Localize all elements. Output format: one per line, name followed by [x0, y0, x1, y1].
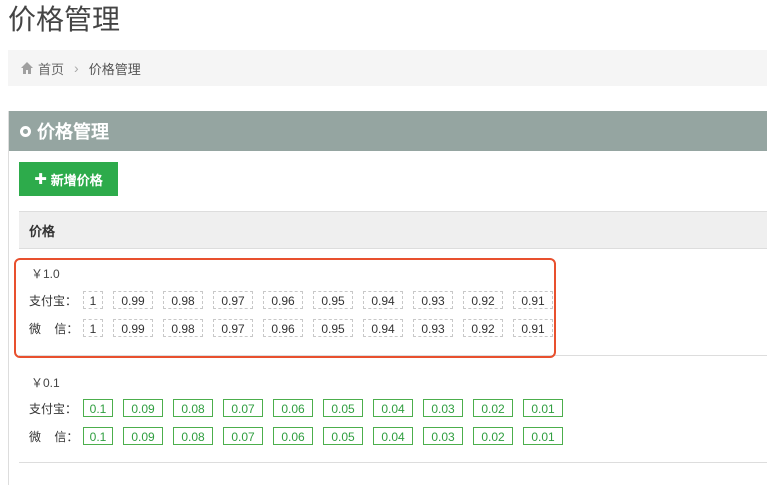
price-value: ￥0.1: [31, 376, 60, 390]
alipay-line: 支付宝： 1 0.99 0.98 0.97 0.96 0.95 0.94 0.9…: [29, 291, 563, 309]
alipay-rate-cell[interactable]: 0.02: [473, 399, 513, 417]
alipay-rate-cell[interactable]: 0.97: [213, 291, 253, 309]
alipay-rate-cell[interactable]: 0.93: [413, 291, 453, 309]
wechat-rate-cell[interactable]: 0.04: [373, 427, 413, 445]
wechat-rate-cell[interactable]: 0.97: [213, 319, 253, 337]
wechat-rate-cell[interactable]: 0.96: [263, 319, 303, 337]
alipay-rate-cell[interactable]: 0.94: [363, 291, 403, 309]
wechat-label: 微 信：: [29, 429, 79, 444]
wechat-rate-cell[interactable]: 0.05: [323, 427, 363, 445]
wechat-rate-cell[interactable]: 0.94: [363, 319, 403, 337]
wechat-line: 微 信： 1 0.99 0.98 0.97 0.96 0.95 0.94 0.9…: [29, 319, 563, 337]
price-panel: 价格管理 ✚ 新增价格 价格 ￥1.0 支付宝： 1 0.99 0.98 0.9…: [8, 111, 767, 485]
alipay-label: 支付宝：: [29, 401, 78, 416]
wechat-rate-cell[interactable]: 0.01: [523, 427, 563, 445]
home-icon: [21, 62, 33, 74]
wechat-rate-cell[interactable]: 1: [83, 319, 103, 337]
wechat-rate-cell[interactable]: 0.92: [463, 319, 503, 337]
plus-icon: ✚: [34, 171, 47, 188]
wechat-rate-cell[interactable]: 0.98: [163, 319, 203, 337]
wechat-line: 微 信： 0.1 0.09 0.08 0.07 0.06 0.05 0.04 0…: [29, 427, 573, 445]
alipay-line: 支付宝： 0.1 0.09 0.08 0.07 0.06 0.05 0.04 0…: [29, 399, 573, 417]
alipay-rate-cell[interactable]: 0.98: [163, 291, 203, 309]
wechat-rate-cell[interactable]: 0.08: [173, 427, 213, 445]
price-table: 价格 ￥1.0 支付宝： 1 0.99 0.98 0.97 0.96 0.95 …: [19, 211, 767, 463]
panel-title: 价格管理: [37, 122, 109, 142]
chevron-right-icon: ›: [74, 60, 79, 76]
alipay-rate-cell[interactable]: 0.08: [173, 399, 213, 417]
alipay-rate-cell[interactable]: 0.09: [123, 399, 163, 417]
table-row: ￥1.0 支付宝： 1 0.99 0.98 0.97 0.96 0.95 0.9…: [19, 249, 767, 356]
alipay-rate-cell[interactable]: 0.05: [323, 399, 363, 417]
table-row: ￥0.1 支付宝： 0.1 0.09 0.08 0.07 0.06 0.05 0…: [19, 356, 767, 463]
globe-icon: [20, 125, 31, 137]
wechat-rate-cell[interactable]: 0.95: [313, 319, 353, 337]
panel-heading: 价格管理: [9, 111, 767, 151]
wechat-rate-cell[interactable]: 0.07: [223, 427, 263, 445]
wechat-rate-cell[interactable]: 0.99: [113, 319, 153, 337]
price-value: ￥1.0: [31, 267, 60, 281]
alipay-rate-cell[interactable]: 0.99: [113, 291, 153, 309]
wechat-rate-cell[interactable]: 0.91: [513, 319, 553, 337]
alipay-rate-cell[interactable]: 0.95: [313, 291, 353, 309]
add-price-button[interactable]: ✚ 新增价格: [19, 162, 118, 196]
wechat-rate-cell[interactable]: 0.03: [423, 427, 463, 445]
wechat-rate-cell[interactable]: 0.02: [473, 427, 513, 445]
alipay-rate-cell[interactable]: 0.92: [463, 291, 503, 309]
alipay-rate-cell[interactable]: 1: [83, 291, 103, 309]
breadcrumb: 首页 › 价格管理: [8, 50, 767, 86]
add-price-label: 新增价格: [50, 172, 103, 188]
breadcrumb-home-link[interactable]: 首页: [38, 59, 64, 78]
page-title: 价格管理: [8, 4, 121, 35]
alipay-rate-cell[interactable]: 0.91: [513, 291, 553, 309]
wechat-rate-cell[interactable]: 0.09: [123, 427, 163, 445]
wechat-rate-cell[interactable]: 0.93: [413, 319, 453, 337]
alipay-rate-cell[interactable]: 0.96: [263, 291, 303, 309]
table-header: 价格: [19, 211, 767, 249]
alipay-rate-cell[interactable]: 0.04: [373, 399, 413, 417]
alipay-rate-cell[interactable]: 0.06: [273, 399, 313, 417]
wechat-label: 微 信：: [29, 321, 79, 336]
alipay-rate-cell[interactable]: 0.1: [83, 399, 113, 417]
alipay-rate-cell[interactable]: 0.03: [423, 399, 463, 417]
wechat-rate-cell[interactable]: 0.06: [273, 427, 313, 445]
alipay-rate-cell[interactable]: 0.01: [523, 399, 563, 417]
breadcrumb-current: 价格管理: [88, 61, 141, 77]
wechat-rate-cell[interactable]: 0.1: [83, 427, 113, 445]
column-header-price: 价格: [29, 223, 56, 239]
alipay-rate-cell[interactable]: 0.07: [223, 399, 263, 417]
alipay-label: 支付宝：: [29, 293, 78, 308]
